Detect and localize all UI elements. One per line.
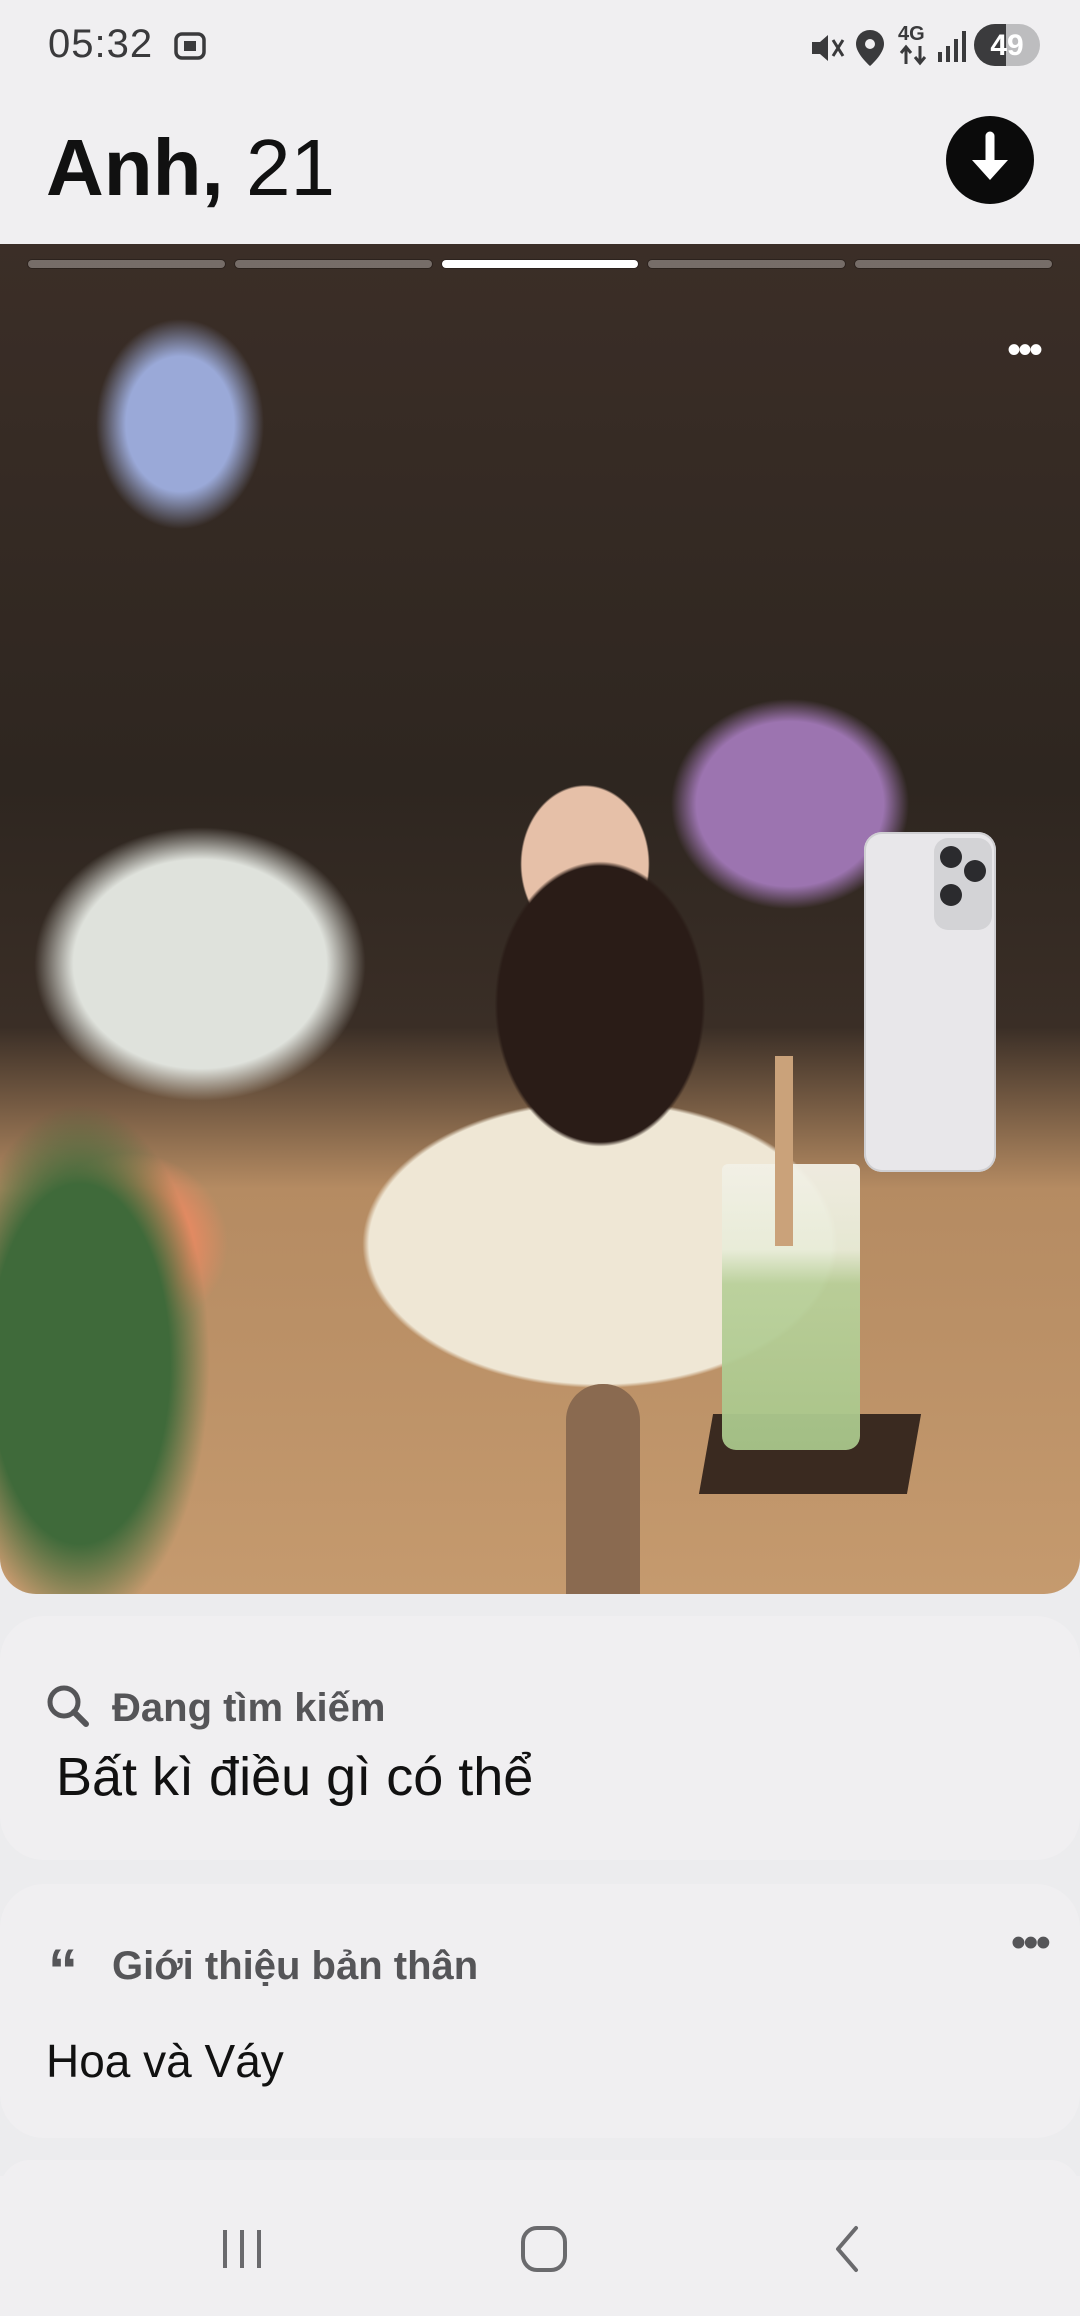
vibrate-mute-icon (806, 28, 846, 73)
about-value: Hoa và Váy (46, 2035, 284, 2087)
screenshot-icon (170, 26, 210, 71)
home-icon (521, 2226, 567, 2272)
profile-age: 21 (245, 123, 335, 212)
about-card: “ Giới thiệu bản thân ••• Hoa và Váy (0, 1884, 1080, 2138)
profile-photo[interactable]: ••• (0, 244, 1080, 1594)
status-time: 05:32 (48, 22, 154, 66)
photo-progress-segment (855, 260, 1052, 268)
download-button[interactable] (946, 116, 1034, 204)
looking-for-card: Đang tìm kiếm Bất kì điều gì có thể (0, 1616, 1080, 1860)
quote-icon: “ (48, 1937, 78, 2004)
back-button[interactable] (808, 2214, 888, 2284)
photo-progress (28, 260, 1052, 270)
about-label: Giới thiệu bản thân (112, 1944, 479, 1988)
photo-progress-segment (28, 260, 225, 268)
recents-button[interactable] (202, 2214, 282, 2284)
photo-decor (934, 838, 992, 930)
photo-decor (775, 1056, 793, 1246)
looking-for-value: Bất kì điều gì có thể (56, 1747, 534, 1807)
battery-indicator: 49 (974, 24, 1040, 66)
back-icon (836, 2226, 858, 2272)
system-navigation-bar (0, 2176, 1080, 2316)
photo-decor (566, 1384, 640, 1594)
status-bar: 05:32 4G 49 (0, 0, 1080, 96)
photo-progress-segment (234, 260, 432, 268)
looking-for-label: Đang tìm kiếm (112, 1686, 386, 1730)
home-button[interactable] (504, 2214, 584, 2284)
network-indicator: 4G (898, 24, 928, 71)
profile-header: Anh, 21 (0, 96, 1080, 244)
profile-name: Anh, (46, 123, 224, 212)
location-icon (852, 28, 888, 73)
profile-title: Anh, 21 (46, 122, 335, 214)
more-icon[interactable]: ••• (1011, 1918, 1051, 1968)
recents-icon (223, 2230, 261, 2268)
photo-progress-segment (441, 260, 639, 268)
search-icon (44, 1682, 92, 1735)
photo-more-icon[interactable]: ••• (1007, 330, 1043, 370)
photo-progress-segment (648, 260, 846, 268)
download-icon (972, 131, 1008, 180)
battery-level: 49 (990, 29, 1024, 62)
signal-icon (936, 28, 970, 69)
